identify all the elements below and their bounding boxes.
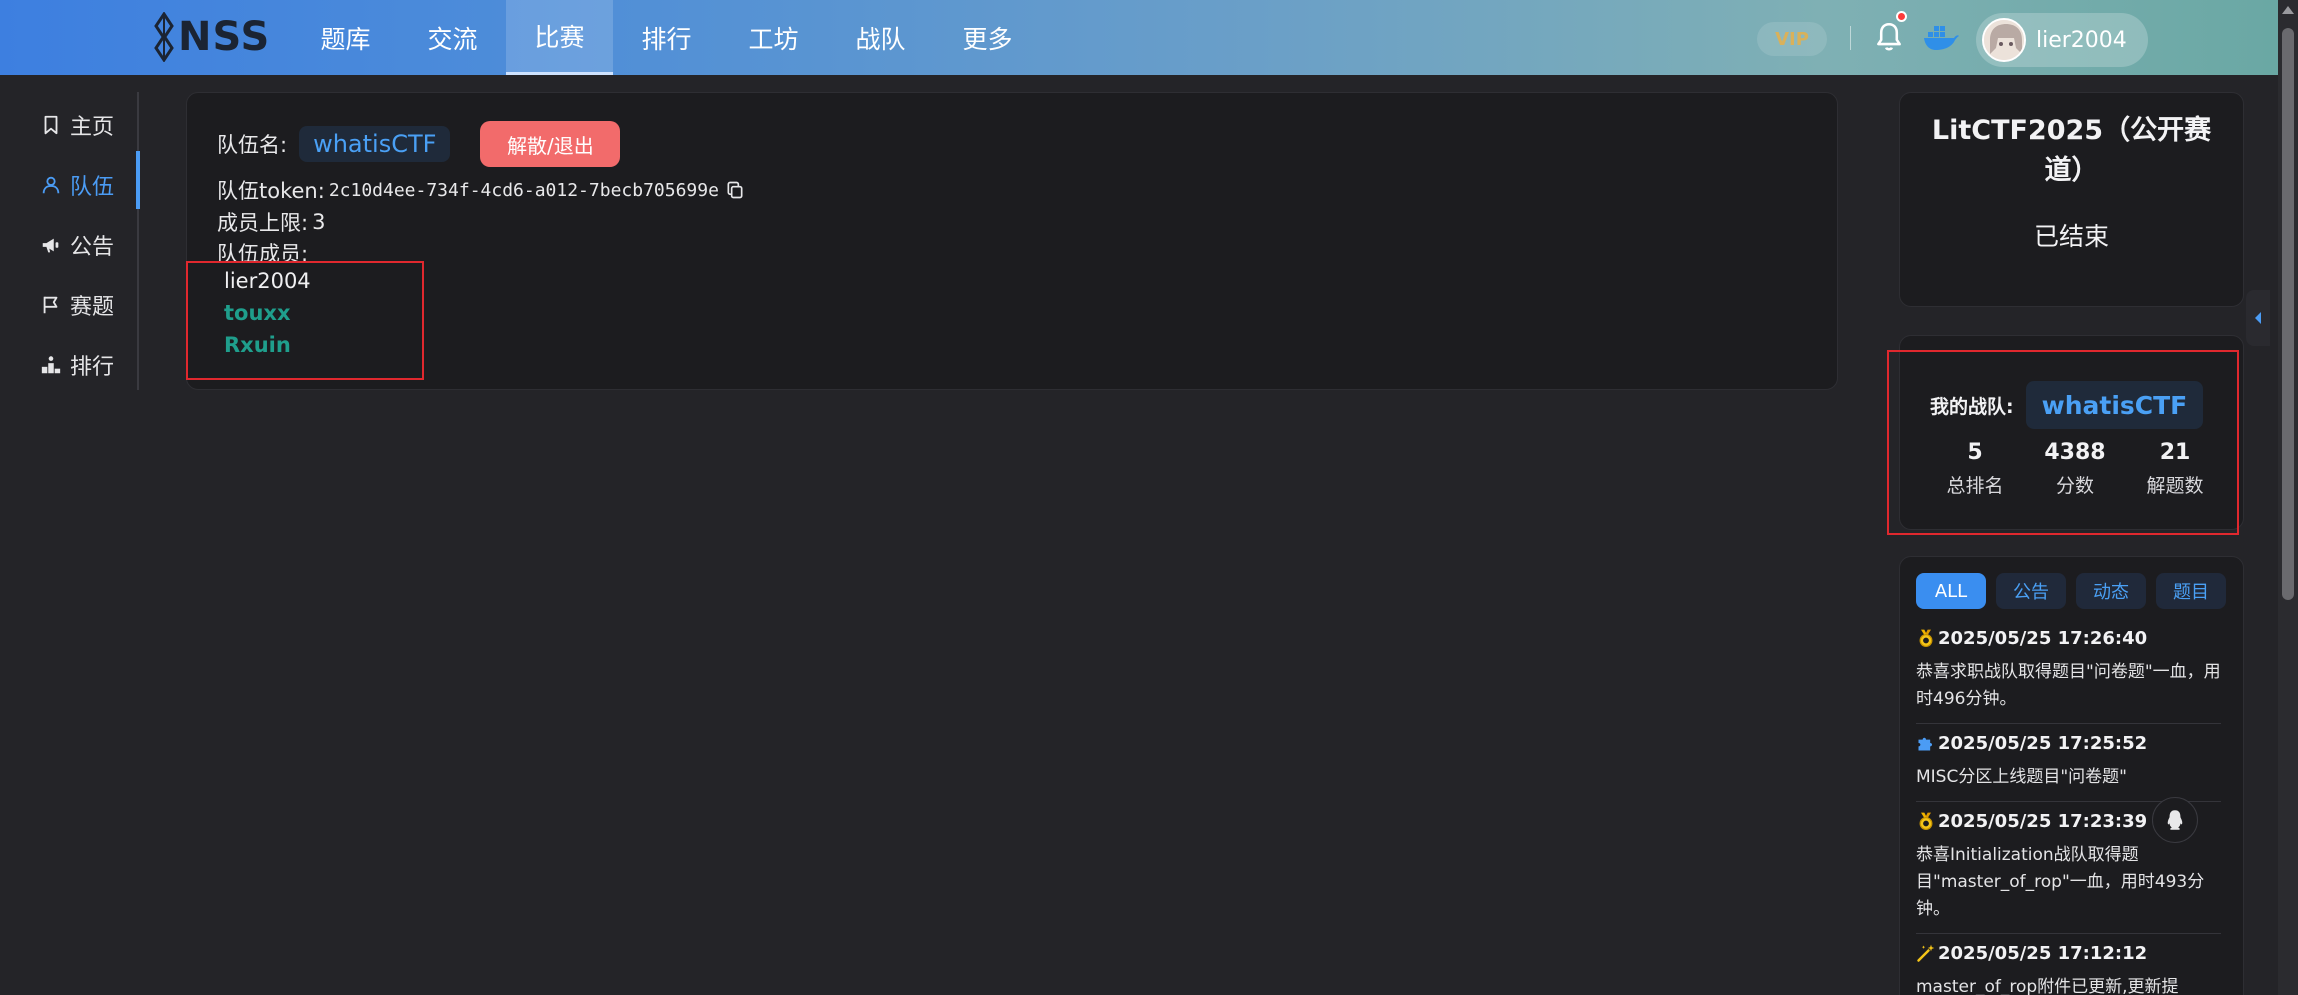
team-token-label: 队伍token: <box>217 179 325 203</box>
avatar-image-icon <box>1984 20 2024 60</box>
sidebar-item-home[interactable]: 主页 <box>0 95 140 155</box>
activity-feed-card: ALL 公告 动态 题目 2025/05/25 17:26:40 恭喜求职战队取… <box>1899 556 2244 995</box>
team-info-card: 队伍名: whatisCTF 解散/退出 队伍token: 2c10d4ee-7… <box>186 92 1838 390</box>
feed-item-text: 恭喜求职战队取得题目"问卷题"一血，用时496分钟。 <box>1916 662 2221 709</box>
contest-status: 已结束 <box>2033 222 2109 251</box>
team-name-badge[interactable]: whatisCTF <box>299 126 451 162</box>
feed-tabs: ALL 公告 动态 题目 <box>1916 573 2226 609</box>
sidebar-item-label: 主页 <box>70 115 115 140</box>
feed-tab-challenges[interactable]: 题目 <box>2156 573 2226 609</box>
bell-icon[interactable] <box>1872 20 1906 54</box>
site-logo[interactable]: NSS <box>152 12 270 62</box>
docker-icon[interactable] <box>1922 22 1960 52</box>
sidebar-item-ranking[interactable]: 排行 <box>0 335 140 395</box>
member-limit-value: 3 <box>312 210 326 234</box>
member-limit-label: 成员上限: <box>217 211 309 235</box>
feed-item-text: 恭喜Initialization战队取得题目"master_of_rop"一血，… <box>1916 845 2205 919</box>
sidebar-item-label: 队伍 <box>70 175 115 200</box>
nav-item-problems[interactable]: 题库 <box>292 0 399 75</box>
notification-dot <box>1896 11 1907 22</box>
top-navbar: NSS 题库 交流 比赛 排行 工坊 战队 更多 VIP lier2004 <box>0 0 2278 75</box>
dissolve-exit-button[interactable]: 解散/退出 <box>480 121 621 167</box>
sidebar-item-label: 排行 <box>70 355 115 380</box>
team-token-value[interactable]: 2c10d4ee-734f-4cd6-a012-7becb705699e <box>329 180 719 201</box>
list-item: 2025/05/25 17:25:52 MISC分区上线题目"问卷题" <box>1916 724 2221 802</box>
bookmark-icon <box>44 115 58 135</box>
feed-item-text: MISC分区上线题目"问卷题" <box>1916 767 2127 787</box>
feed-tab-activity[interactable]: 动态 <box>2076 573 2146 609</box>
sidebar-item-label: 赛题 <box>70 295 115 320</box>
feed-item-time-row: 2025/05/25 17:26:40 <box>1916 625 2221 651</box>
scroll-up-arrow-icon[interactable] <box>2282 6 2294 14</box>
main-nav: 题库 交流 比赛 排行 工坊 战队 更多 <box>292 0 1041 75</box>
feed-item-time-row: 2025/05/25 17:12:12 <box>1916 940 2221 966</box>
contest-sidebar: 主页 队伍 公告 赛题 排行 <box>0 95 140 395</box>
member-limit-row: 成员上限: 3 <box>217 207 325 237</box>
vip-badge[interactable]: VIP <box>1757 22 1827 56</box>
feed-item-time: 2025/05/25 17:25:52 <box>1938 732 2148 754</box>
team-token-row: 队伍token: 2c10d4ee-734f-4cd6-a012-7becb70… <box>217 175 745 205</box>
magic-wand-icon <box>1917 944 1935 962</box>
copy-icon[interactable] <box>725 180 745 200</box>
qq-penguin-icon <box>2167 810 2183 830</box>
nav-item-workshop[interactable]: 工坊 <box>720 0 827 75</box>
sidebar-item-team[interactable]: 队伍 <box>0 155 140 215</box>
nav-item-forum[interactable]: 交流 <box>399 0 506 75</box>
feed-tab-all[interactable]: ALL <box>1916 573 1986 609</box>
feed-item-time-row: 2025/05/25 17:25:52 <box>1916 730 2221 756</box>
qq-contact-button[interactable] <box>2152 797 2198 843</box>
logo-text: NSS <box>178 14 271 60</box>
divider <box>1850 26 1851 50</box>
user-menu[interactable]: lier2004 <box>1976 13 2148 67</box>
feed-item-time: 2025/05/25 17:23:39 <box>1938 810 2148 832</box>
puzzle-icon <box>1918 737 1933 751</box>
nav-item-teams[interactable]: 战队 <box>827 0 934 75</box>
username-label: lier2004 <box>2036 27 2127 53</box>
scrollbar-thumb[interactable] <box>2282 28 2294 600</box>
highlight-box-my-team <box>1887 350 2239 535</box>
sidebar-item-challenges[interactable]: 赛题 <box>0 275 140 335</box>
contest-title: LitCTF2025（公开赛道） <box>1931 115 2212 186</box>
collapse-panel-button[interactable] <box>2246 290 2270 346</box>
nav-item-ranking[interactable]: 排行 <box>613 0 720 75</box>
logo-mark-icon <box>154 12 174 62</box>
medal-icon <box>1919 629 1933 647</box>
feed-item-time: 2025/05/25 17:12:12 <box>1938 942 2148 964</box>
medal-icon <box>1919 812 1933 830</box>
nav-item-contest[interactable]: 比赛 <box>506 0 613 75</box>
megaphone-icon <box>42 238 59 253</box>
contest-info-card: LitCTF2025（公开赛道） 已结束 <box>1899 92 2244 307</box>
feed-item-time: 2025/05/25 17:26:40 <box>1938 627 2148 649</box>
team-name-label: 队伍名: <box>217 133 288 157</box>
caret-left-icon <box>2255 312 2261 324</box>
feed-item-text: master_of_rop附件已更新,更新提 <box>1916 977 2179 995</box>
team-name-row: 队伍名: whatisCTF 解散/退出 <box>217 121 621 167</box>
feed-tab-announcements[interactable]: 公告 <box>1996 573 2066 609</box>
avatar <box>1982 18 2026 62</box>
highlight-box-members <box>186 261 424 380</box>
nav-item-more[interactable]: 更多 <box>934 0 1041 75</box>
flag-icon <box>43 296 58 314</box>
list-item: 2025/05/25 17:12:12 master_of_rop附件已更新,更… <box>1916 934 2221 995</box>
list-item: 2025/05/25 17:26:40 恭喜求职战队取得题目"问卷题"一血，用时… <box>1916 619 2221 724</box>
sidebar-item-announcements[interactable]: 公告 <box>0 215 140 275</box>
sidebar-item-label: 公告 <box>70 235 115 260</box>
user-icon <box>42 176 60 194</box>
podium-icon <box>41 356 61 374</box>
